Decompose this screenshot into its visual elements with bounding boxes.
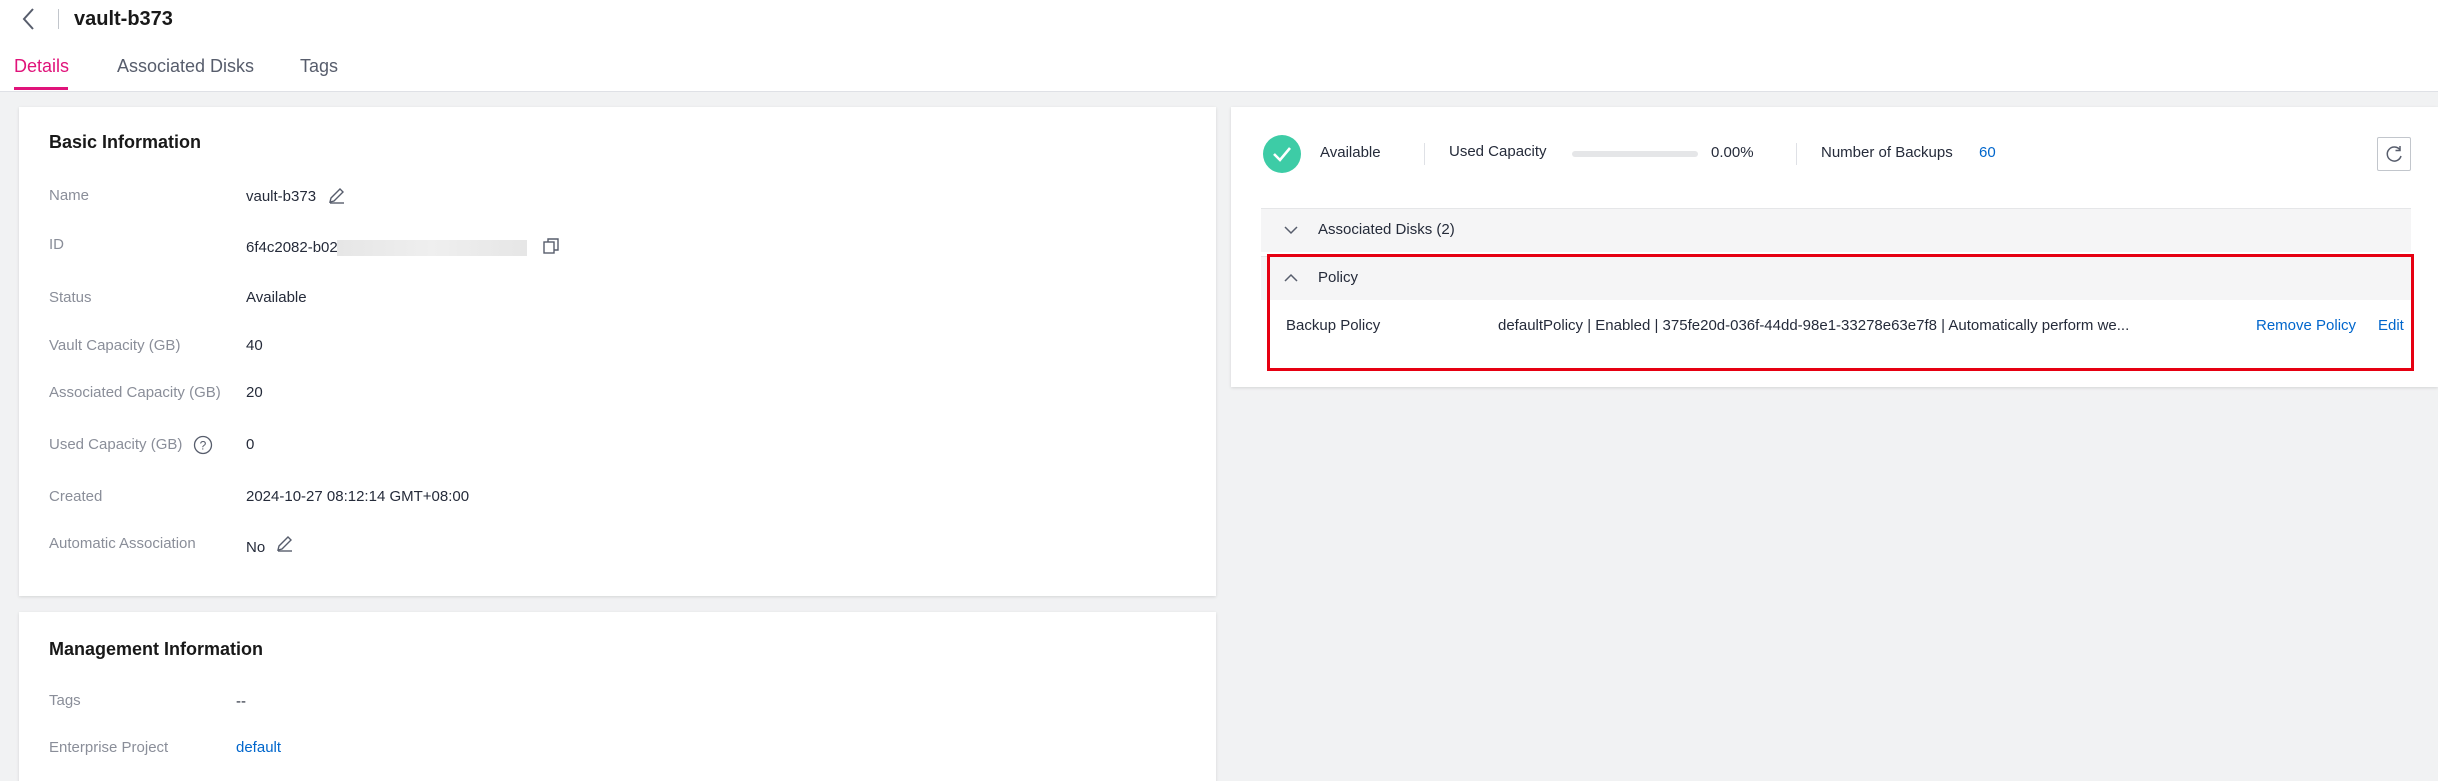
edit-policy-link[interactable]: Edit bbox=[2378, 317, 2404, 334]
status-value: Available bbox=[246, 289, 307, 306]
enterprise-project-label: Enterprise Project bbox=[49, 739, 169, 756]
basic-information-title: Basic Information bbox=[49, 132, 202, 152]
help-icon[interactable]: ? bbox=[192, 434, 214, 456]
used-capacity-percent: 0.00% bbox=[1711, 144, 1754, 161]
vault-capacity-value: 40 bbox=[246, 337, 263, 354]
basic-information-card: Basic Information Name vault-b373 ID 6f4… bbox=[19, 107, 1216, 596]
backup-policy-value: defaultPolicy | Enabled | 375fe20d-036f-… bbox=[1498, 317, 2130, 334]
page-title: vault-b373 bbox=[74, 8, 173, 30]
management-information-title: Management Information bbox=[49, 639, 264, 659]
automatic-association-value: No bbox=[246, 539, 266, 556]
chevron-down-icon bbox=[1284, 226, 1298, 235]
tags-label: Tags bbox=[49, 692, 81, 709]
edit-name-icon[interactable] bbox=[327, 185, 347, 205]
associated-disks-panel-header[interactable]: Associated Disks (2) bbox=[1261, 208, 2411, 252]
management-information-card: Management Information Tags -- Enterpris… bbox=[19, 612, 1216, 781]
name-label: Name bbox=[49, 187, 90, 204]
created-label: Created bbox=[49, 488, 103, 505]
refresh-icon bbox=[2386, 146, 2402, 162]
divider bbox=[1424, 143, 1425, 165]
created-value: 2024-10-27 08:12:14 GMT+08:00 bbox=[246, 488, 470, 505]
tab-tags[interactable]: Tags bbox=[300, 54, 338, 78]
divider bbox=[1796, 143, 1797, 165]
status-label: Status bbox=[49, 289, 92, 306]
used-capacity-progress-bar bbox=[1572, 151, 1698, 157]
used-capacity-label: Used Capacity bbox=[1449, 143, 1547, 160]
svg-text:?: ? bbox=[200, 439, 207, 453]
page-header: vault-b373 Details Associated Disks Tags bbox=[0, 0, 2438, 92]
vault-status-text: Available bbox=[1320, 144, 1381, 161]
tab-associated-disks[interactable]: Associated Disks bbox=[117, 54, 254, 78]
backup-policy-label: Backup Policy bbox=[1286, 317, 1381, 334]
copy-icon[interactable] bbox=[541, 236, 561, 256]
policy-panel-title: Policy bbox=[1318, 269, 1359, 286]
tab-details[interactable]: Details bbox=[14, 54, 69, 78]
used-capacity-label: Used Capacity (GB) bbox=[49, 436, 183, 453]
id-redaction-mask bbox=[337, 240, 527, 256]
number-of-backups-link[interactable]: 60 bbox=[1979, 144, 1996, 161]
tags-value: -- bbox=[236, 693, 246, 710]
id-label: ID bbox=[49, 236, 64, 253]
refresh-button[interactable] bbox=[2377, 137, 2411, 171]
vault-capacity-label: Vault Capacity (GB) bbox=[49, 337, 181, 354]
vault-status-card: Available Used Capacity 0.00% Number of … bbox=[1231, 107, 2438, 387]
edit-association-icon[interactable] bbox=[275, 533, 295, 553]
number-of-backups-label: Number of Backups bbox=[1821, 144, 1953, 161]
associated-disks-panel-title: Associated Disks (2) bbox=[1318, 221, 1455, 238]
associated-capacity-value: 20 bbox=[246, 384, 263, 401]
active-tab-indicator bbox=[14, 87, 68, 90]
title-divider bbox=[58, 9, 59, 29]
name-value: vault-b373 bbox=[246, 188, 317, 205]
chevron-up-icon bbox=[1284, 273, 1298, 282]
back-arrow-icon[interactable] bbox=[16, 6, 42, 32]
automatic-association-label: Automatic Association bbox=[49, 535, 196, 552]
associated-capacity-label: Associated Capacity (GB) bbox=[49, 384, 221, 401]
status-check-icon bbox=[1263, 135, 1301, 173]
remove-policy-link[interactable]: Remove Policy bbox=[2256, 317, 2356, 334]
enterprise-project-link[interactable]: default bbox=[236, 738, 281, 758]
policy-panel-header[interactable]: Policy bbox=[1261, 256, 2411, 300]
used-capacity-value: 0 bbox=[246, 436, 255, 453]
